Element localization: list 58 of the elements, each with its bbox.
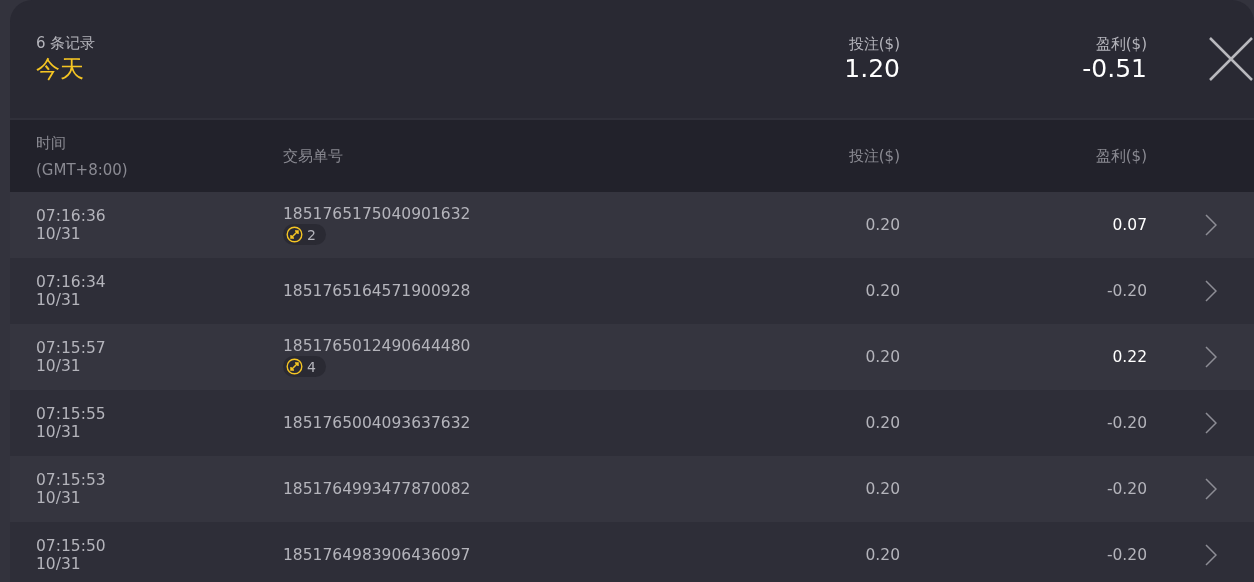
- profit-cell: -0.20: [1106, 480, 1147, 498]
- chevron-right-icon[interactable]: [1205, 214, 1217, 236]
- order-number: 1851764993477870082: [283, 480, 471, 498]
- bet-cell: 0.20: [865, 546, 900, 564]
- arrows-icon: [286, 226, 303, 243]
- arrows-icon: [286, 358, 303, 375]
- column-header: 盈利($): [1095, 146, 1147, 165]
- column-subheader: (GMT+8:00): [36, 160, 129, 179]
- time-cell: 07:15:57: [36, 339, 106, 357]
- combo-badge: 2: [283, 224, 326, 245]
- order-number: 1851765164571900928: [283, 282, 471, 300]
- profit-label: 盈利($): [1095, 35, 1147, 54]
- period-title: 今天: [36, 53, 85, 85]
- close-icon[interactable]: [1209, 37, 1253, 81]
- bet-total: 1.20: [844, 54, 900, 83]
- date-cell: 10/31: [36, 357, 81, 375]
- date-cell: 10/31: [36, 423, 81, 441]
- profit-cell: 0.07: [1112, 216, 1147, 234]
- table-row[interactable]: 07:15:57 10/31 1851765012490644480 4 0.20 0.22: [10, 324, 1254, 390]
- date-cell: 10/31: [36, 555, 81, 573]
- table-row[interactable]: 07:16:36 10/31 1851765175040901632 2 0.20 0.07: [10, 192, 1254, 258]
- chevron-right-icon[interactable]: [1205, 412, 1217, 434]
- time-cell: 07:15:50: [36, 537, 106, 555]
- table-row[interactable]: 07:15:50 10/31 1851764983906436097 0.20 -0.20: [10, 522, 1254, 582]
- date-cell: 10/31: [36, 489, 81, 507]
- profit-cell: -0.20: [1106, 414, 1147, 432]
- order-number: 1851765175040901632: [283, 205, 471, 223]
- table-row[interactable]: 07:16:34 10/31 1851765164571900928 0.20 -0.20: [10, 258, 1254, 324]
- date-cell: 10/31: [36, 225, 81, 243]
- profit-cell: -0.20: [1106, 546, 1147, 564]
- time-cell: 07:16:34: [36, 273, 106, 291]
- chevron-right-icon[interactable]: [1205, 280, 1217, 302]
- record-count: 6 条记录: [36, 33, 97, 53]
- bet-cell: 0.20: [865, 216, 900, 234]
- bet-label: 投注($): [848, 35, 900, 54]
- column-header: 时间: [36, 133, 67, 153]
- column-header: 交易单号: [283, 146, 343, 165]
- combo-badge: 4: [283, 356, 326, 377]
- table-row[interactable]: 07:15:53 10/31 1851764993477870082 0.20 -0.20: [10, 456, 1254, 522]
- table-row[interactable]: 07:15:55 10/31 1851765004093637632 0.20 -0.20: [10, 390, 1254, 456]
- profit-cell: 0.22: [1112, 348, 1147, 366]
- order-number: 1851764983906436097: [283, 546, 471, 564]
- bet-cell: 0.20: [865, 414, 900, 432]
- profit-total: -0.51: [1082, 54, 1147, 83]
- bet-cell: 0.20: [865, 348, 900, 366]
- profit-cell: -0.20: [1106, 282, 1147, 300]
- chevron-right-icon[interactable]: [1205, 544, 1217, 566]
- column-header: 投注($): [848, 146, 900, 165]
- date-cell: 10/31: [36, 291, 81, 309]
- time-cell: 07:15:53: [36, 471, 106, 489]
- time-cell: 07:15:55: [36, 405, 106, 423]
- time-cell: 07:16:36: [36, 207, 106, 225]
- bet-cell: 0.20: [865, 282, 900, 300]
- order-number: 1851765012490644480: [283, 337, 471, 355]
- chevron-right-icon[interactable]: [1205, 478, 1217, 500]
- chevron-right-icon[interactable]: [1205, 346, 1217, 368]
- order-number: 1851765004093637632: [283, 414, 471, 432]
- bet-cell: 0.20: [865, 480, 900, 498]
